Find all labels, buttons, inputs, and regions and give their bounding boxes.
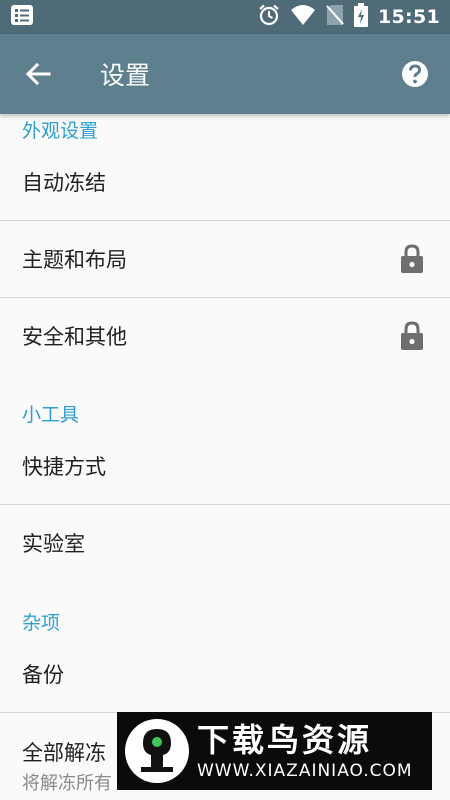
setting-label: 快捷方式 (22, 455, 106, 479)
section-header-appearance: 外观设置 (22, 120, 99, 142)
setting-label: 安全和其他 (22, 325, 127, 349)
battery-charging-icon (354, 3, 369, 31)
wifi-icon (290, 4, 316, 30)
alarm-icon (258, 4, 280, 30)
setting-label: 全部解冻 (22, 741, 106, 765)
watermark-banner: 下载鸟资源 WWW.XIAZAINIAO.COM (117, 712, 432, 790)
help-button[interactable] (380, 34, 450, 114)
section-header-misc: 杂项 (22, 612, 61, 634)
setting-label: 实验室 (22, 532, 85, 556)
help-icon (402, 61, 428, 87)
no-sim-icon (326, 4, 344, 30)
app-bar: 设置 (0, 34, 450, 114)
setting-sublabel: 将解冻所有 (22, 773, 112, 794)
lock-icon (401, 321, 423, 350)
watermark-title: 下载鸟资源 (197, 721, 373, 759)
setting-item-security-other[interactable]: 安全和其他 (0, 298, 450, 374)
status-time: 15:51 (378, 6, 440, 28)
setting-item-shortcuts[interactable]: 快捷方式 (0, 428, 450, 504)
setting-item-backup[interactable]: 备份 (0, 636, 450, 712)
setting-item-theme-layout[interactable]: 主题和布局 (0, 221, 450, 297)
notes-icon (10, 4, 34, 30)
setting-item-lab[interactable]: 实验室 (0, 505, 450, 581)
lock-icon (401, 244, 423, 273)
setting-label: 自动冻结 (22, 171, 106, 195)
status-bar: 15:51 (0, 0, 450, 34)
bird-logo-icon (125, 719, 189, 783)
setting-label: 主题和布局 (22, 248, 127, 272)
watermark-url: WWW.XIAZAINIAO.COM (197, 761, 413, 781)
setting-label: 备份 (22, 663, 64, 687)
back-arrow-icon (25, 62, 51, 86)
setting-item-auto-freeze[interactable]: 自动冻结 (0, 144, 450, 220)
back-button[interactable] (0, 34, 76, 114)
section-header-tools: 小工具 (22, 404, 80, 426)
page-title: 设置 (100, 61, 151, 90)
settings-list: 外观设置 自动冻结 主题和布局 安全和其他 小工具 快捷方式 实验室 杂项 备份 (0, 114, 450, 800)
